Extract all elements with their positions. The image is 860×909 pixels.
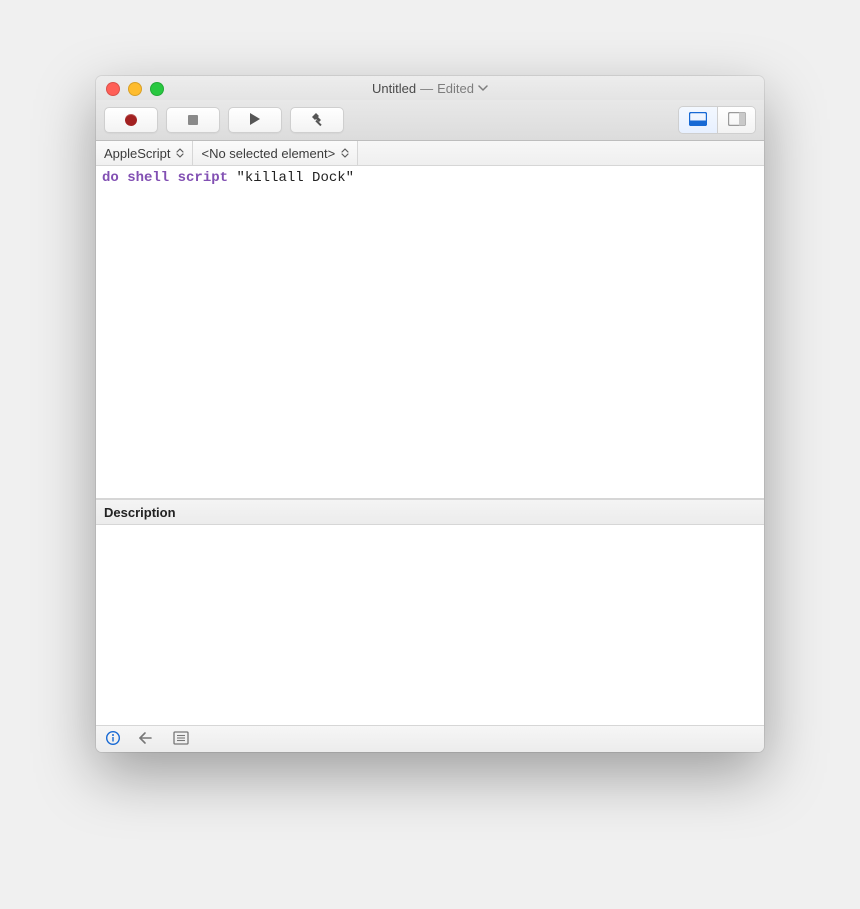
result-tab[interactable] [138,730,156,748]
token-string: "killall Dock" [236,170,354,186]
compile-button[interactable] [290,107,344,133]
window-title[interactable]: Untitled — Edited [372,81,488,96]
navigator-bar: AppleScript <No selected element> [96,141,764,166]
log-tab[interactable] [172,730,190,748]
bottom-pane-icon [689,112,707,129]
log-icon [173,731,189,748]
record-icon [125,114,137,126]
chevron-down-icon[interactable] [478,84,488,92]
updown-icon [176,148,184,158]
language-label: AppleScript [104,146,170,161]
description-header: Description [96,499,764,525]
description-header-label: Description [104,505,176,520]
show-result-pane-button[interactable] [679,107,717,133]
traffic-lights [106,82,164,96]
info-icon [105,730,121,749]
script-editor-pane[interactable]: do shell script "killall Dock" [96,166,764,499]
element-selector[interactable]: <No selected element> [193,141,358,165]
window-title-main: Untitled [372,81,416,96]
description-pane[interactable] [96,525,764,726]
script-editor-window: Untitled — Edited [96,76,764,752]
view-toggle [678,106,756,134]
token-keyword: do shell script [102,170,228,186]
title-bar[interactable]: Untitled — Edited [96,76,764,100]
window-title-status: Edited [437,81,474,96]
side-pane-icon [728,112,746,129]
window-title-sep: — [420,81,433,96]
results-bar [96,726,764,752]
hammer-icon [309,111,325,130]
updown-icon [341,148,349,158]
stop-button[interactable] [166,107,220,133]
record-button[interactable] [104,107,158,133]
zoom-icon[interactable] [150,82,164,96]
run-button[interactable] [228,107,282,133]
info-tab[interactable] [104,730,122,748]
reply-icon [138,731,156,748]
script-content: do shell script "killall Dock" [96,166,764,190]
play-icon [249,112,261,129]
stop-icon [188,115,198,125]
close-icon[interactable] [106,82,120,96]
language-selector[interactable]: AppleScript [96,141,193,165]
toolbar [96,100,764,141]
element-label: <No selected element> [201,146,335,161]
minimize-icon[interactable] [128,82,142,96]
show-side-pane-button[interactable] [717,107,755,133]
